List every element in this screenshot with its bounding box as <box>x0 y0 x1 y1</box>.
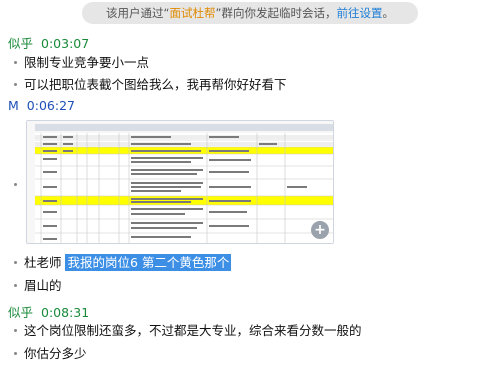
bullet-icon <box>14 183 17 186</box>
message-line: 限制专业竞争要小一点 <box>14 54 149 72</box>
message-text: 眉山的 <box>24 278 62 293</box>
message-time: 0:08:31 <box>41 305 90 320</box>
message-text: 杜老师 <box>24 255 66 270</box>
message-line: 眉山的 <box>14 277 62 295</box>
message-line: 杜老师 我报的岗位6 第二个黄色那个 <box>14 254 232 272</box>
sender-header: 似乎 0:03:07 <box>8 33 89 52</box>
notice-prefix: 该用户通过“ <box>106 6 170 20</box>
sender-name: 似乎 <box>8 305 34 320</box>
bullet-icon <box>14 61 17 64</box>
system-notice: 该用户通过“面试杜帮”群向你发起临时会话，前往设置。 <box>82 2 418 24</box>
image-message-thumbnail[interactable]: + <box>26 120 334 244</box>
spreadsheet-screenshot <box>27 121 333 243</box>
notice-suffix: 。 <box>382 6 394 20</box>
message-time: 0:06:27 <box>26 98 75 113</box>
bullet-icon <box>14 261 17 264</box>
bullet-icon <box>14 352 17 355</box>
notice-middle: ”群向你发起临时会话， <box>215 6 337 20</box>
message-line: 可以把职位表截个图给我么，我再帮你好好看下 <box>14 76 287 94</box>
sender-header: M 0:06:27 <box>8 98 75 113</box>
message-text: 这个岗位限制还蛮多，不过都是大专业，综合来看分数一般的 <box>24 323 362 338</box>
message-line: 你估分多少 <box>14 345 87 363</box>
selected-message-text[interactable]: 我报的岗位6 第二个黄色那个 <box>65 254 232 271</box>
bullet-icon <box>14 329 17 332</box>
zoom-in-icon[interactable]: + <box>311 221 329 239</box>
message-text: 你估分多少 <box>24 346 87 361</box>
message-time: 0:03:07 <box>41 36 90 51</box>
sender-name: M <box>8 98 19 113</box>
message-text: 限制专业竞争要小一点 <box>24 55 150 70</box>
notice-group-name: 面试杜帮 <box>169 6 216 20</box>
notice-settings-link[interactable]: 前往设置 <box>336 6 382 20</box>
bullet-icon <box>14 83 17 86</box>
sender-header: 似乎 0:08:31 <box>8 302 89 321</box>
message-text: 可以把职位表截个图给我么，我再帮你好好看下 <box>24 77 287 92</box>
message-line: 这个岗位限制还蛮多，不过都是大专业，综合来看分数一般的 <box>14 322 362 340</box>
bullet-icon <box>14 284 17 287</box>
sender-name: 似乎 <box>8 36 34 51</box>
